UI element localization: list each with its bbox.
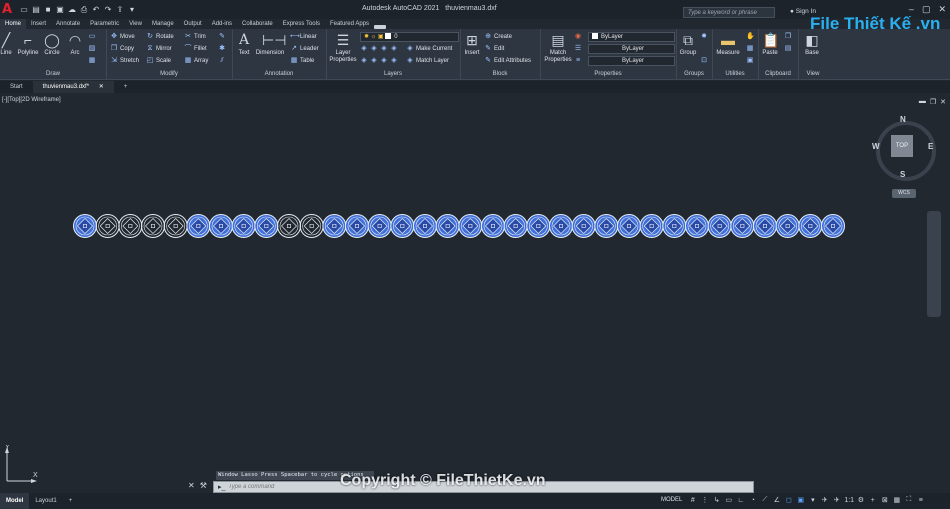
ornament[interactable] [753,214,777,238]
ornament[interactable] [685,214,709,238]
annotation-visibility-icon[interactable]: ✈ [820,496,829,504]
ornament[interactable] [299,214,324,238]
ornament[interactable] [163,214,188,238]
ornament[interactable] [481,214,505,238]
auto-scale-icon[interactable]: ✈ [832,496,841,504]
navigation-bar[interactable] [927,211,941,317]
infer-icon[interactable]: ↳ [712,496,721,504]
ornament[interactable] [322,214,347,238]
copyright-watermark: Copyright © FileThietKe.vn [340,472,546,489]
viewcube[interactable]: TOP N S W E [872,115,938,181]
transparency-icon[interactable]: ▾ [808,496,817,504]
layout-tab-layout1[interactable]: Layout1 [29,493,62,509]
polar-icon[interactable]: ◔ [748,497,757,504]
ornament[interactable] [662,214,687,238]
ornament[interactable] [503,214,528,238]
ornament[interactable] [345,214,369,238]
iso-draft-icon[interactable]: ⟋ [760,496,769,504]
viewcube-top-face[interactable]: TOP [891,135,913,157]
ornament[interactable] [730,214,755,238]
status-tray: MODEL # ⋮ ↳ ▭ ∟ ◔ ⟋ ∠ ◻ ▣ ▾ ✈ ✈ 1:1 ⚙ + … [658,496,925,504]
dynamic-input-icon[interactable]: ▭ [724,496,733,504]
drawing-canvas[interactable] [0,0,950,509]
ornament-chain[interactable] [73,214,845,238]
add-layout-button[interactable]: + [63,493,79,509]
workspace-gear-icon[interactable]: ⚙ [856,496,865,504]
snap-icon[interactable]: ⋮ [700,496,709,504]
ornament[interactable] [821,214,845,238]
object-snap-icon[interactable]: ◻ [784,496,793,504]
grid-icon[interactable]: # [688,497,697,504]
annotation-scale-label[interactable]: 1:1 [844,497,854,504]
isolate-icon[interactable]: ⊠ [880,496,889,504]
ornament[interactable] [639,214,664,238]
compass-east[interactable]: E [928,142,933,151]
ornament[interactable] [594,214,619,238]
ortho-icon[interactable]: ∟ [736,497,745,504]
hardware-accel-icon[interactable]: ▦ [892,496,901,504]
ornament[interactable] [231,214,256,238]
ornament[interactable] [526,214,551,238]
ornament[interactable] [798,214,823,238]
cmd-close-icon[interactable]: ✕ [188,481,195,490]
ornament[interactable] [707,214,732,238]
ornament[interactable] [118,214,143,238]
ornament[interactable] [435,214,460,238]
ornament[interactable] [390,214,415,238]
compass-west[interactable]: W [872,142,880,151]
ornament[interactable] [186,214,211,238]
ucs-y-label: Y [5,445,10,451]
compass-south[interactable]: S [900,170,905,179]
ornament[interactable] [209,214,233,238]
clean-screen-icon[interactable]: ⛶ [904,496,913,504]
ornament[interactable] [458,214,483,238]
ornament[interactable] [95,214,120,238]
ornament[interactable] [413,214,437,238]
ornament[interactable] [141,214,165,238]
layout-tab-model[interactable]: Model [0,493,30,509]
command-line-controls: ✕ ⚒ [188,481,207,490]
object-snap-tracking-icon[interactable]: ∠ [772,496,781,504]
plus-icon: + [68,498,73,504]
ornament[interactable] [571,214,596,238]
model-space-button[interactable]: MODEL [658,497,685,503]
ornament[interactable] [254,214,279,238]
ornament[interactable] [617,214,641,238]
ornament[interactable] [367,214,392,238]
ornament[interactable] [73,214,97,238]
ucs-x-label: X [33,472,38,479]
customize-icon[interactable]: ≡ [916,497,925,504]
ornament[interactable] [277,214,301,238]
compass-north[interactable]: N [900,115,906,124]
ucs-icon: Y X [5,445,38,483]
wcs-menu[interactable]: WCS [892,189,916,198]
ornament[interactable] [549,214,573,238]
add-icon[interactable]: + [868,497,877,504]
command-prompt-icon[interactable]: ▸_ [214,483,228,491]
ornament[interactable] [775,214,800,238]
lineweight-toggle-icon[interactable]: ▣ [796,496,805,504]
cmd-wrench-icon[interactable]: ⚒ [200,481,207,490]
